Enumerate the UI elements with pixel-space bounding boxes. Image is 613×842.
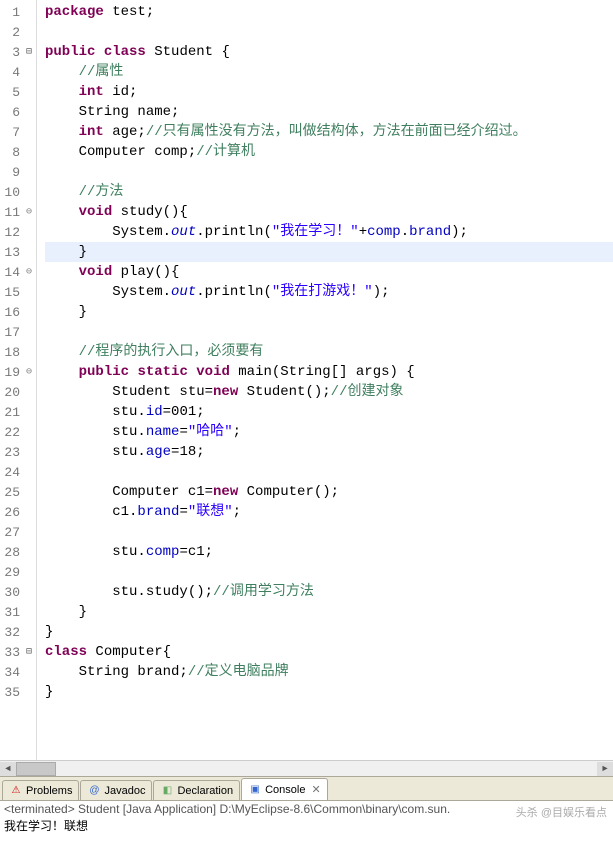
line-number: 22 [0, 425, 22, 440]
code-line[interactable]: } [45, 602, 613, 622]
tab-declaration[interactable]: ◧Declaration [153, 780, 240, 800]
horizontal-scrollbar[interactable]: ◄ ► [0, 760, 613, 776]
line-number: 10 [0, 185, 22, 200]
scroll-thumb[interactable] [16, 762, 56, 776]
code-line[interactable]: System.out.println("我在打游戏！"); [45, 282, 613, 302]
line-number: 33 [0, 645, 22, 660]
code-line[interactable]: stu.id=001; [45, 402, 613, 422]
fold-toggle-icon[interactable] [22, 46, 36, 58]
line-number: 31 [0, 605, 22, 620]
tab-label: Problems [26, 785, 72, 797]
tab-javadoc[interactable]: @Javadoc [80, 780, 152, 800]
gutter: 1234567891011121314151617181920212223242… [0, 0, 37, 760]
line-number: 21 [0, 405, 22, 420]
code-area[interactable]: package test; public class Student { //属性… [37, 0, 613, 760]
line-number: 9 [0, 165, 22, 180]
line-number: 19 [0, 365, 22, 380]
code-line[interactable] [45, 522, 613, 542]
code-line[interactable]: stu.comp=c1; [45, 542, 613, 562]
code-line[interactable]: Computer c1=new Computer(); [45, 482, 613, 502]
code-line[interactable]: class Computer{ [45, 642, 613, 662]
line-number: 1 [0, 5, 22, 20]
line-number: 29 [0, 565, 22, 580]
line-number: 16 [0, 305, 22, 320]
line-number: 2 [0, 25, 22, 40]
code-line[interactable]: String brand;//定义电脑品牌 [45, 662, 613, 682]
view-tabs: ⚠Problems@Javadoc◧Declaration▣Console✕ [0, 776, 613, 800]
code-line[interactable]: //属性 [45, 62, 613, 82]
tab-console[interactable]: ▣Console ✕ [241, 778, 328, 800]
code-line[interactable]: public class Student { [45, 42, 613, 62]
code-line[interactable] [45, 562, 613, 582]
code-line[interactable] [45, 162, 613, 182]
line-number: 4 [0, 65, 22, 80]
code-line[interactable]: //程序的执行入口，必须要有 [45, 342, 613, 362]
code-line[interactable]: } [45, 242, 613, 262]
line-number: 3 [0, 45, 22, 60]
line-number: 24 [0, 465, 22, 480]
code-line[interactable] [45, 22, 613, 42]
code-line[interactable]: package test; [45, 2, 613, 22]
code-line[interactable]: } [45, 682, 613, 702]
code-line[interactable]: stu.study();//调用学习方法 [45, 582, 613, 602]
code-line[interactable]: Student stu=new Student();//创建对象 [45, 382, 613, 402]
console-icon: ▣ [248, 783, 262, 797]
line-number: 11 [0, 205, 22, 220]
code-line[interactable]: } [45, 302, 613, 322]
code-line[interactable] [45, 322, 613, 342]
line-number: 32 [0, 625, 22, 640]
code-line[interactable]: int id; [45, 82, 613, 102]
tab-label: Javadoc [104, 785, 145, 797]
line-number: 12 [0, 225, 22, 240]
watermark: 头杀 @目娱乐看点 [516, 804, 607, 820]
line-number: 6 [0, 105, 22, 120]
line-number: 18 [0, 345, 22, 360]
line-number: 28 [0, 545, 22, 560]
tab-label: Console [265, 784, 305, 796]
code-line[interactable]: c1.brand="联想"; [45, 502, 613, 522]
scroll-left-button[interactable]: ◄ [0, 762, 16, 776]
line-number: 17 [0, 325, 22, 340]
code-line[interactable] [45, 462, 613, 482]
line-number: 5 [0, 85, 22, 100]
fold-toggle-icon[interactable] [22, 266, 36, 278]
line-number: 20 [0, 385, 22, 400]
fold-toggle-icon[interactable] [22, 366, 36, 378]
code-line[interactable]: public static void main(String[] args) { [45, 362, 613, 382]
tab-problems[interactable]: ⚠Problems [2, 780, 79, 800]
code-line[interactable]: void study(){ [45, 202, 613, 222]
code-line[interactable]: System.out.println("我在学习！"+comp.brand); [45, 222, 613, 242]
fold-toggle-icon[interactable] [22, 206, 36, 218]
code-line[interactable]: String name; [45, 102, 613, 122]
line-number: 23 [0, 445, 22, 460]
code-line[interactable]: //方法 [45, 182, 613, 202]
scroll-right-button[interactable]: ► [597, 762, 613, 776]
line-number: 14 [0, 265, 22, 280]
line-number: 15 [0, 285, 22, 300]
code-line[interactable]: int age;//只有属性没有方法，叫做结构体，方法在前面已经介绍过。 [45, 122, 613, 142]
declaration-icon: ◧ [160, 784, 174, 798]
tab-label: Declaration [177, 785, 233, 797]
line-number: 8 [0, 145, 22, 160]
code-line[interactable]: stu.age=18; [45, 442, 613, 462]
line-number: 30 [0, 585, 22, 600]
scroll-track[interactable] [16, 762, 597, 776]
javadoc-icon: @ [87, 784, 101, 798]
close-icon[interactable]: ✕ [311, 783, 320, 796]
line-number: 25 [0, 485, 22, 500]
console-panel: <terminated> Student [Java Application] … [0, 800, 613, 840]
line-number: 26 [0, 505, 22, 520]
code-editor[interactable]: 1234567891011121314151617181920212223242… [0, 0, 613, 760]
code-line[interactable]: Computer comp;//计算机 [45, 142, 613, 162]
line-number: 35 [0, 685, 22, 700]
line-number: 13 [0, 245, 22, 260]
line-number: 34 [0, 665, 22, 680]
code-line[interactable]: } [45, 622, 613, 642]
code-line[interactable]: void play(){ [45, 262, 613, 282]
code-line[interactable]: stu.name="哈哈"; [45, 422, 613, 442]
line-number: 7 [0, 125, 22, 140]
fold-toggle-icon[interactable] [22, 646, 36, 658]
problems-icon: ⚠ [9, 784, 23, 798]
line-number: 27 [0, 525, 22, 540]
